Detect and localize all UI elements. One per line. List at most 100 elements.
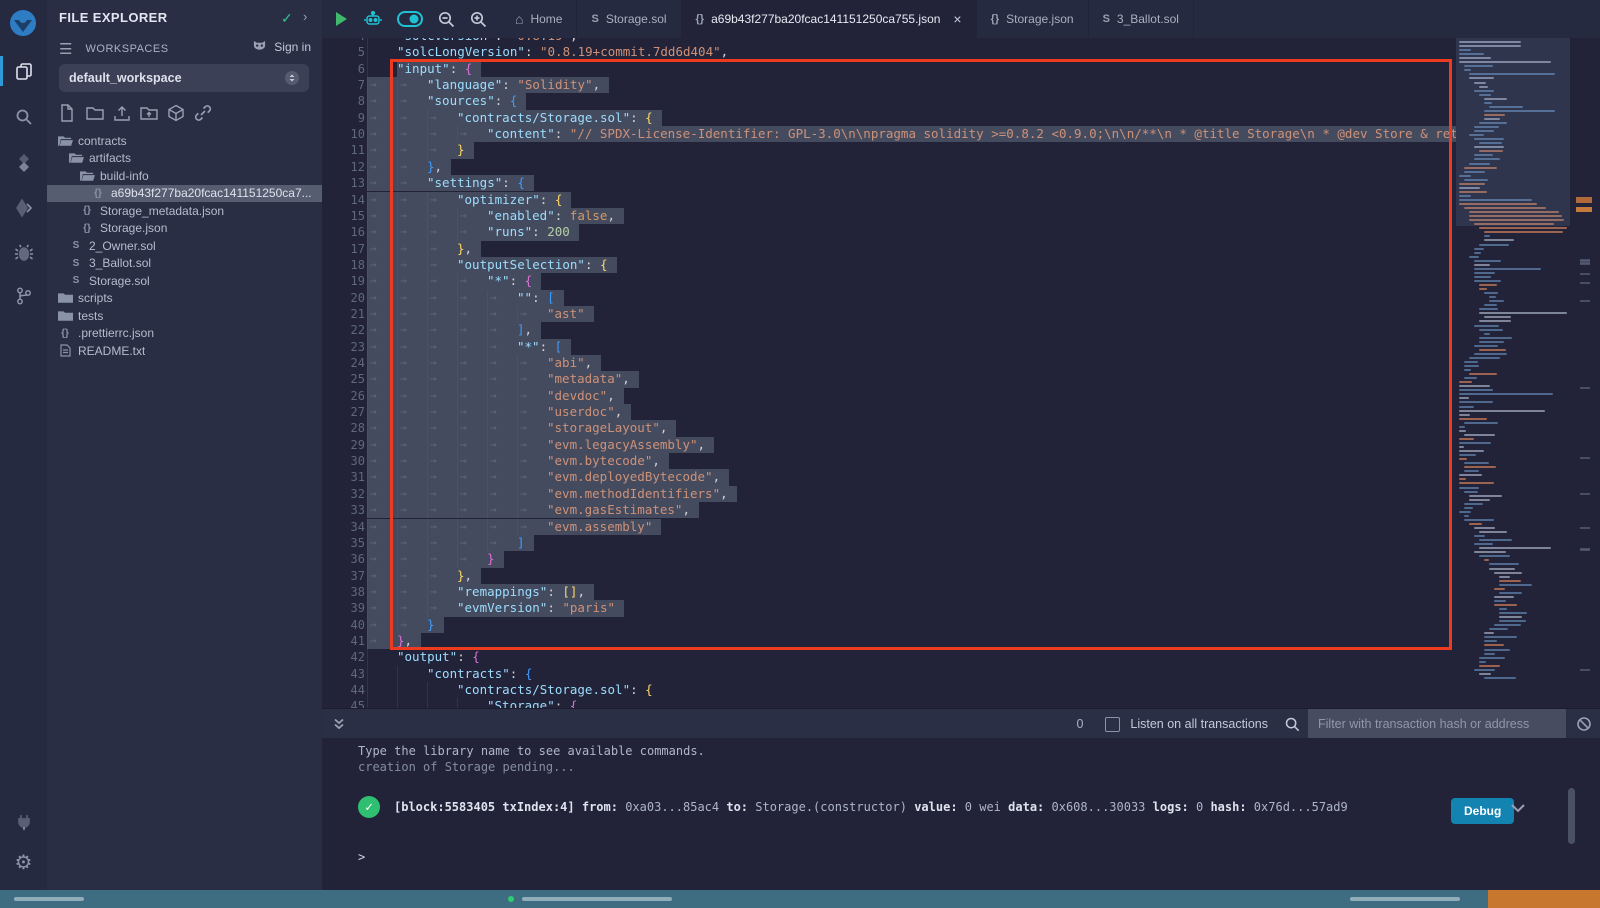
tab-storage-sol[interactable]: SStorage.sol bbox=[577, 0, 681, 38]
code-line-8[interactable]: →→"sources": { bbox=[367, 93, 526, 109]
tree-item-tests[interactable]: tests bbox=[47, 307, 322, 325]
terminal[interactable]: Type the library name to see available c… bbox=[322, 738, 1600, 890]
tab-storage-json[interactable]: {}Storage.json bbox=[977, 0, 1089, 38]
tree-item-2-owner-sol[interactable]: S2_Owner.sol bbox=[47, 237, 322, 255]
upload-file-icon[interactable] bbox=[113, 104, 131, 122]
tree-item-scripts[interactable]: scripts bbox=[47, 290, 322, 308]
code-line-7[interactable]: →→"language": "Solidity", bbox=[367, 77, 609, 93]
toggle-icon[interactable] bbox=[397, 11, 423, 27]
plugin-manager-icon[interactable] bbox=[0, 805, 47, 839]
tree-item-contracts[interactable]: contracts bbox=[47, 132, 322, 150]
tree-item-storage-json[interactable]: {}Storage.json bbox=[47, 220, 322, 238]
zoom-out-icon[interactable] bbox=[437, 10, 455, 28]
code-line-40[interactable]: →→} bbox=[367, 617, 444, 633]
minimap[interactable] bbox=[1456, 38, 1600, 708]
remix-logo[interactable] bbox=[6, 7, 40, 41]
code-line-19[interactable]: →→→→"*": { bbox=[367, 273, 541, 289]
code-line-28[interactable]: →→→→→→"storageLayout", bbox=[367, 420, 676, 436]
code-line-25[interactable]: →→→→→→"metadata", bbox=[367, 371, 639, 387]
code-line-16[interactable]: →→→→"runs": 200 bbox=[367, 224, 579, 240]
git-icon[interactable] bbox=[0, 279, 47, 313]
code-line-44[interactable]: "contracts/Storage.sol": { bbox=[367, 682, 653, 698]
code-line-12[interactable]: →→}, bbox=[367, 159, 451, 175]
tree-item-artifacts[interactable]: artifacts bbox=[47, 150, 322, 168]
code-line-10[interactable]: →→→→"content": "// SPDX-License-Identifi… bbox=[367, 126, 1600, 142]
code-line-36[interactable]: →→→→} bbox=[367, 551, 504, 567]
workspace-select[interactable]: default_workspace bbox=[59, 64, 309, 92]
transaction-log-row[interactable]: ✓ [block:5583405 txIndex:4] from: 0xa03.… bbox=[358, 796, 1348, 818]
clear-console-icon[interactable] bbox=[1576, 716, 1592, 732]
terminal-scrollbar-thumb[interactable] bbox=[1568, 788, 1575, 844]
deploy-run-icon[interactable] bbox=[0, 191, 47, 225]
hamburger-menu-icon[interactable]: ☰ bbox=[59, 41, 72, 58]
code-line-41[interactable]: →}, bbox=[367, 633, 421, 649]
code-line-24[interactable]: →→→→→→"abi", bbox=[367, 355, 601, 371]
code-line-43[interactable]: "contracts": { bbox=[367, 666, 532, 682]
tree-item-build-info[interactable]: build-info bbox=[47, 167, 322, 185]
code-editor[interactable]: 4"solcVersion": "0.8.19",5"solcLongVersi… bbox=[322, 38, 1600, 708]
code-line-21[interactable]: →→→→→→"ast" bbox=[367, 306, 594, 322]
terminal-collapse-icon[interactable] bbox=[332, 717, 346, 731]
code-line-6[interactable]: "input": { bbox=[367, 61, 481, 77]
transaction-filter-input[interactable] bbox=[1308, 709, 1566, 739]
workspace-stepper-icon[interactable] bbox=[285, 71, 299, 85]
code-line-26[interactable]: →→→→→→"devdoc", bbox=[367, 388, 624, 404]
zoom-in-icon[interactable] bbox=[469, 10, 487, 28]
cube-icon[interactable] bbox=[167, 104, 185, 122]
file-explorer-icon[interactable] bbox=[0, 54, 47, 88]
code-line-23[interactable]: →→→→→"*": [ bbox=[367, 339, 571, 355]
code-line-31[interactable]: →→→→→→"evm.deployedBytecode", bbox=[367, 469, 729, 485]
tree-item-readme-txt[interactable]: README.txt bbox=[47, 342, 322, 360]
code-line-29[interactable]: →→→→→→"evm.legacyAssembly", bbox=[367, 437, 714, 453]
tree-item-3-ballot-sol[interactable]: S3_Ballot.sol bbox=[47, 255, 322, 273]
code-line-9[interactable]: →→→"contracts/Storage.sol": { bbox=[367, 110, 662, 126]
terminal-search-icon[interactable] bbox=[1284, 716, 1300, 732]
code-line-35[interactable]: →→→→→] bbox=[367, 535, 534, 551]
code-line-45[interactable]: "Storage": { bbox=[367, 698, 577, 708]
new-file-icon[interactable] bbox=[59, 104, 77, 122]
code-line-22[interactable]: →→→→→], bbox=[367, 322, 541, 338]
statusbar-alert-badge[interactable] bbox=[1488, 890, 1600, 908]
code-line-32[interactable]: →→→→→→"evm.methodIdentifiers", bbox=[367, 486, 737, 502]
upload-folder-icon[interactable] bbox=[140, 104, 158, 122]
code-line-15[interactable]: →→→→"enabled": false, bbox=[367, 208, 624, 224]
tab-a69b43f277ba20fcac141151250ca755-json[interactable]: {}a69b43f277ba20fcac141151250ca755.json× bbox=[682, 0, 977, 38]
tree-item-storage-sol[interactable]: SStorage.sol bbox=[47, 272, 322, 290]
search-icon[interactable] bbox=[0, 100, 47, 134]
tab-3-ballot-sol[interactable]: S3_Ballot.sol bbox=[1089, 0, 1194, 38]
sign-in-button[interactable]: Sign in bbox=[252, 40, 311, 54]
tree-item-a69b43f277ba20fcac141151250ca7-[interactable]: {}a69b43f277ba20fcac141151250ca7... bbox=[47, 185, 322, 203]
tab-home[interactable]: ⌂Home bbox=[501, 0, 577, 38]
code-line-37[interactable]: →→→}, bbox=[367, 568, 481, 584]
link-icon[interactable] bbox=[194, 104, 212, 122]
listen-all-transactions-checkbox[interactable] bbox=[1105, 717, 1120, 732]
code-line-13[interactable]: →→"settings": { bbox=[367, 175, 534, 191]
debugger-icon[interactable] bbox=[0, 236, 47, 270]
ai-assistant-icon[interactable] bbox=[363, 10, 383, 28]
code-line-39[interactable]: →→→"evmVersion": "paris" bbox=[367, 600, 624, 616]
run-script-icon[interactable] bbox=[334, 11, 349, 27]
code-line-17[interactable]: →→→}, bbox=[367, 241, 481, 257]
settings-icon[interactable]: ⚙ bbox=[0, 845, 47, 879]
code-line-18[interactable]: →→→"outputSelection": { bbox=[367, 257, 617, 273]
debug-button[interactable]: Debug bbox=[1451, 798, 1514, 824]
minimap-viewport[interactable] bbox=[1456, 38, 1570, 226]
code-line-27[interactable]: →→→→→→"userdoc", bbox=[367, 404, 631, 420]
code-line-33[interactable]: →→→→→→"evm.gasEstimates", bbox=[367, 502, 699, 518]
tree-item-storage-metadata-json[interactable]: {}Storage_metadata.json bbox=[47, 202, 322, 220]
check-icon[interactable]: ✓ bbox=[281, 10, 293, 27]
code-line-14[interactable]: →→→"optimizer": { bbox=[367, 192, 571, 208]
code-line-38[interactable]: →→→"remappings": [], bbox=[367, 584, 594, 600]
close-icon[interactable]: × bbox=[953, 11, 961, 27]
solidity-compiler-icon[interactable] bbox=[0, 146, 47, 180]
code-line-20[interactable]: →→→→→"": [ bbox=[367, 290, 564, 306]
panel-chevron-right-icon[interactable]: › bbox=[303, 9, 307, 24]
code-line-11[interactable]: →→→} bbox=[367, 142, 474, 158]
tx-expand-chevron-icon[interactable] bbox=[1510, 802, 1526, 814]
code-line-5[interactable]: "solcLongVersion": "0.8.19+commit.7dd6d4… bbox=[367, 44, 728, 60]
code-line-42[interactable]: "output": { bbox=[367, 649, 480, 665]
code-line-30[interactable]: →→→→→→"evm.bytecode", bbox=[367, 453, 669, 469]
tree-item--prettierrc-json[interactable]: {}.prettierrc.json bbox=[47, 325, 322, 343]
terminal-prompt[interactable]: > bbox=[358, 850, 365, 864]
code-line-34[interactable]: →→→→→→"evm.assembly" bbox=[367, 519, 661, 535]
